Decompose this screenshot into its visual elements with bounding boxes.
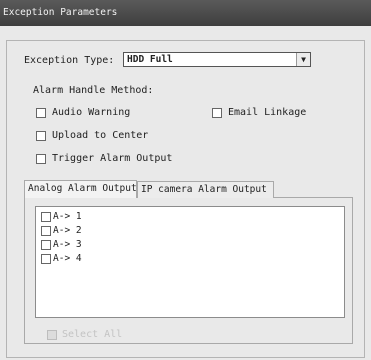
alarm-handle-label: Alarm Handle Method:	[33, 85, 154, 96]
exception-type-value: HDD Full	[127, 54, 173, 65]
output-checkbox[interactable]	[41, 254, 51, 264]
chevron-down-icon[interactable]: ▼	[296, 53, 310, 66]
output-label: A-> 2	[53, 225, 82, 236]
trigger-alarm-output-checkbox[interactable]	[36, 154, 46, 164]
upload-to-center-label: Upload to Center	[52, 130, 149, 141]
output-checkbox[interactable]	[41, 212, 51, 222]
exception-type-select[interactable]: HDD Full ▼	[123, 52, 311, 67]
output-label: A-> 3	[53, 239, 82, 250]
select-all-checkbox[interactable]	[47, 330, 57, 340]
window-title: Exception Parameters	[0, 0, 371, 26]
audio-warning-label: Audio Warning	[52, 107, 131, 118]
upload-to-center-checkbox[interactable]	[36, 131, 46, 141]
select-all-label: Select All	[62, 329, 123, 340]
exception-type-label: Exception Type:	[24, 55, 115, 66]
email-linkage-checkbox[interactable]	[212, 108, 222, 118]
trigger-alarm-output-label: Trigger Alarm Output	[52, 153, 173, 164]
alarm-output-list: A-> 1 A-> 2 A-> 3 A-> 4	[35, 206, 345, 318]
audio-warning-checkbox[interactable]	[36, 108, 46, 118]
output-checkbox[interactable]	[41, 226, 51, 236]
tab-analog-alarm-output[interactable]: Analog Alarm Output	[24, 180, 137, 198]
output-label: A-> 4	[53, 253, 82, 264]
output-label: A-> 1	[53, 211, 82, 222]
email-linkage-label: Email Linkage	[228, 107, 307, 118]
tab-ip-camera-alarm-output[interactable]: IP camera Alarm Output	[137, 181, 274, 198]
output-checkbox[interactable]	[41, 240, 51, 250]
